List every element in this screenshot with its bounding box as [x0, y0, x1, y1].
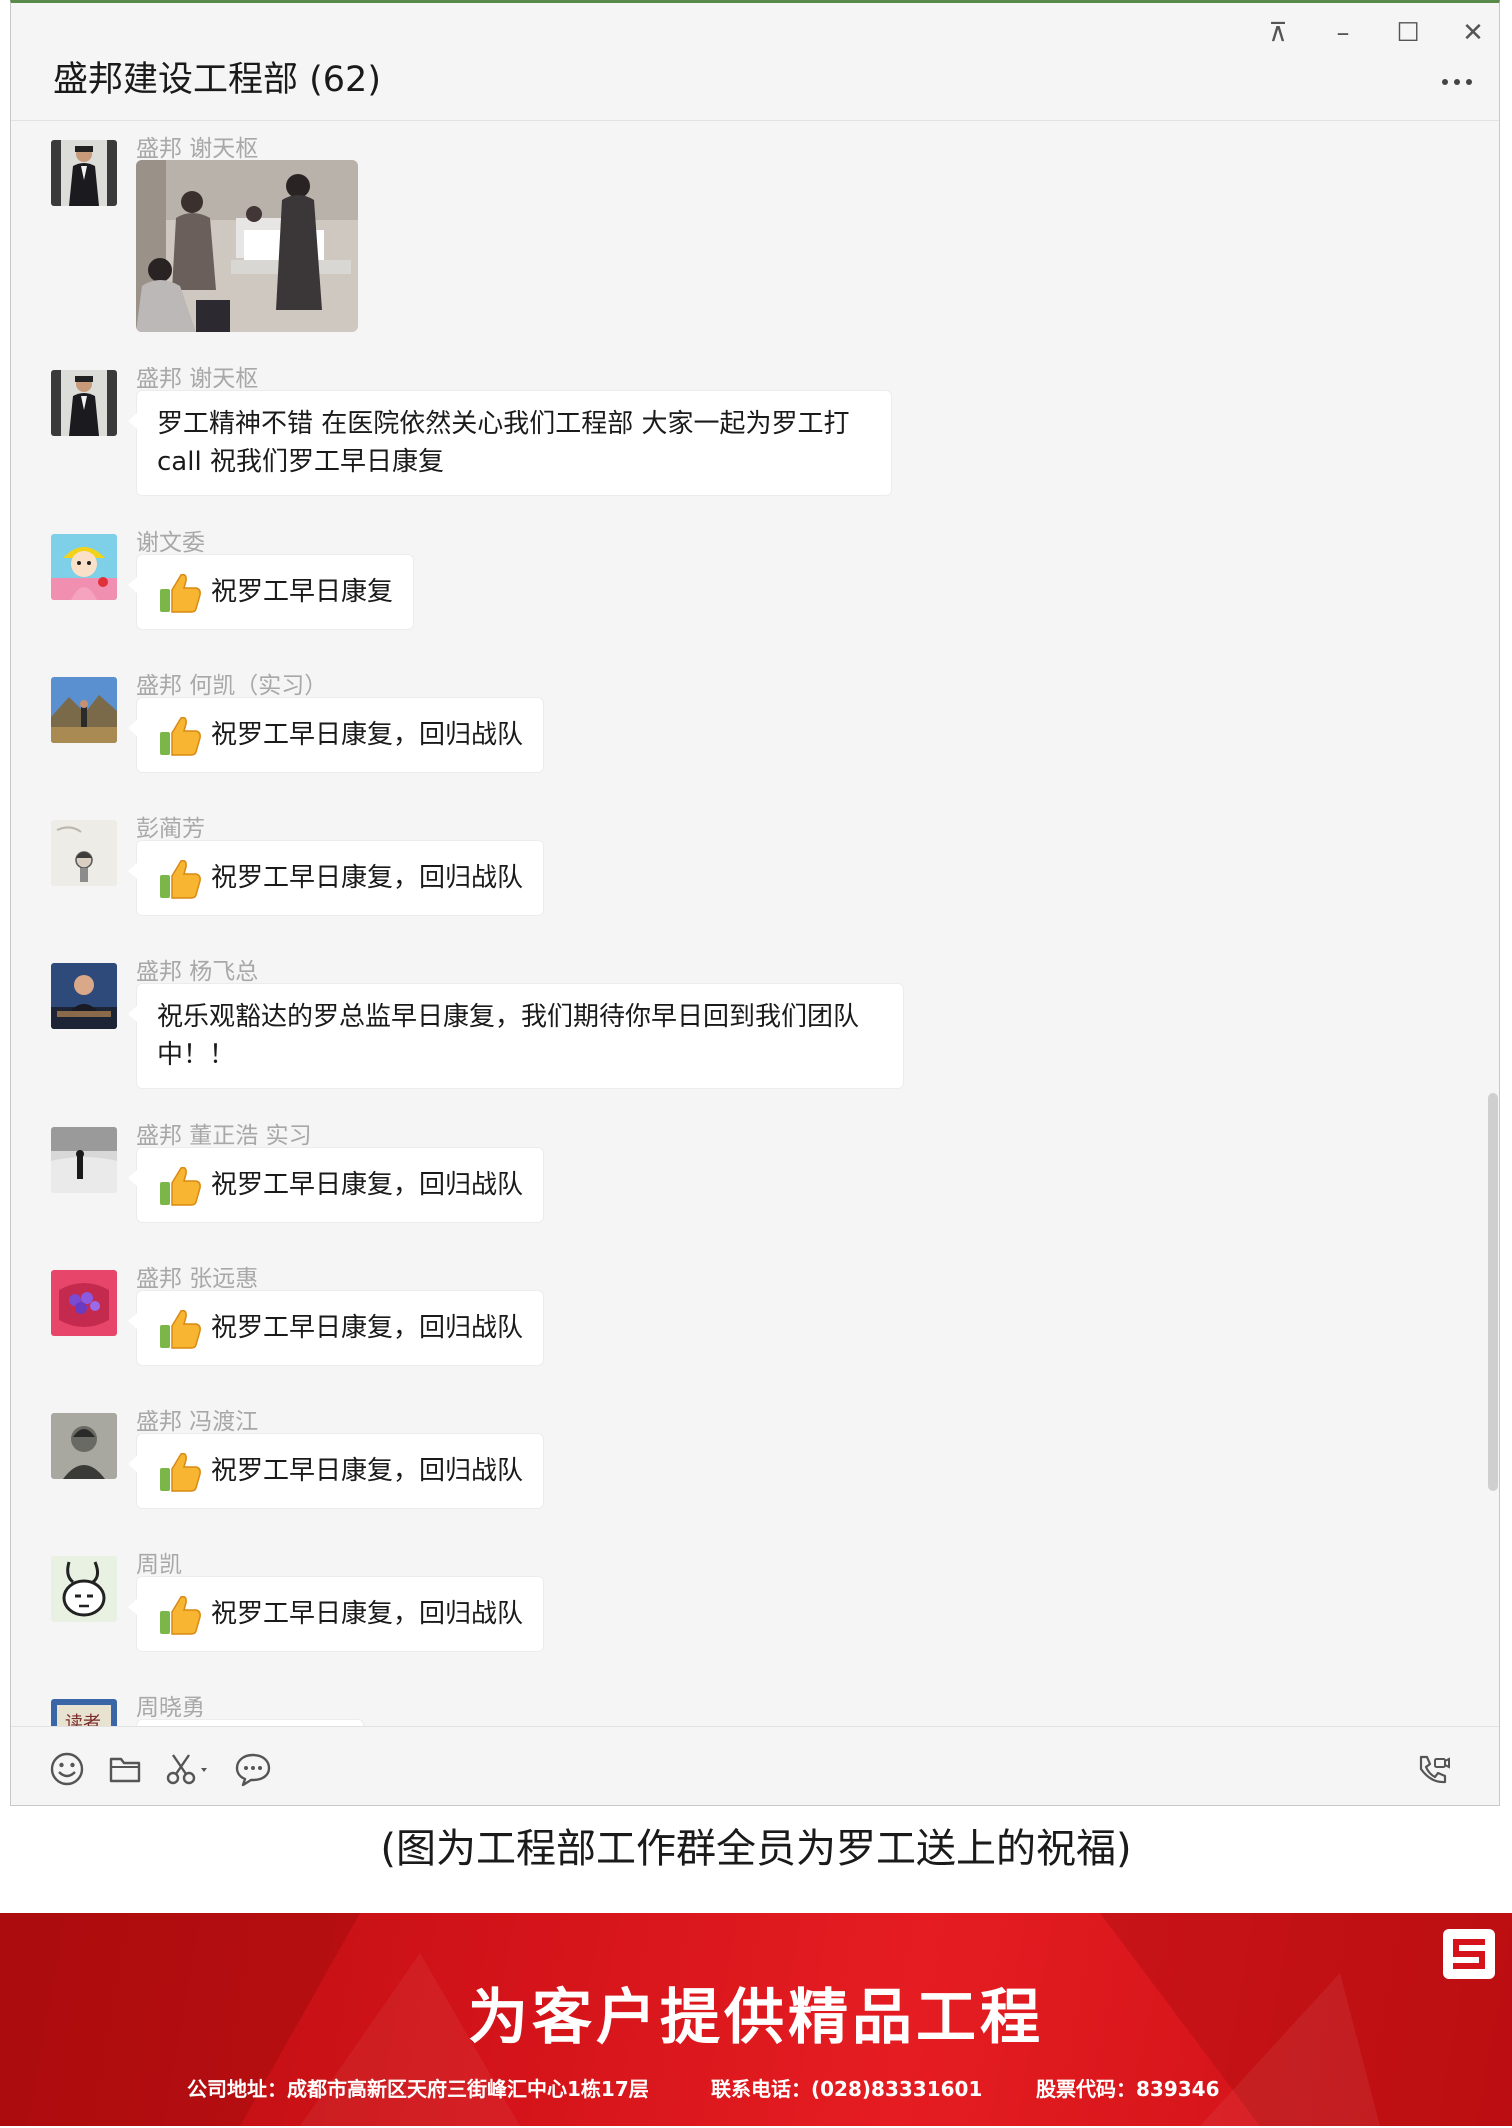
- message-text: 祝罗工早日康复，回归战队: [211, 863, 524, 893]
- message-bubble[interactable]: [136, 1719, 364, 1726]
- thumbs-up-icon: [160, 1595, 201, 1635]
- message-bubble[interactable]: 祝罗工早日康复: [127, 554, 415, 630]
- avatar[interactable]: [51, 370, 117, 436]
- avatar[interactable]: [51, 1556, 117, 1622]
- sender-name: 周凯: [136, 1552, 182, 1578]
- avatar[interactable]: [51, 1413, 117, 1479]
- photo-message[interactable]: [136, 160, 358, 332]
- message-bubble[interactable]: 罗工精神不错 在医院依然关心我们工程部 大家一起为罗工打call 祝我们罗工早日…: [128, 390, 892, 496]
- sender-name: 谢文委: [136, 530, 205, 556]
- sender-name: 盛邦 冯渡江: [136, 1409, 259, 1435]
- banner-slogan: 为客户提供精品工程: [468, 1983, 1044, 2053]
- avatar[interactable]: [51, 1270, 117, 1336]
- message-bubble[interactable]: 祝罗工早日康复，回归战队: [127, 1147, 545, 1223]
- sender-name: 盛邦 谢天枢: [136, 136, 259, 162]
- avatar[interactable]: 读者: [51, 1699, 117, 1726]
- message-list[interactable]: 盛邦 谢天枢 盛邦 谢天枢 罗工精神不错 在医院依然关心我们工程部 大家一起为罗…: [11, 121, 1485, 1726]
- input-toolbar: [11, 1726, 1499, 1805]
- more-dots-icon[interactable]: [1431, 67, 1483, 97]
- pin-icon[interactable]: ⊼: [1258, 15, 1298, 51]
- avatar[interactable]: [51, 820, 117, 886]
- emoji-icon[interactable]: [47, 1749, 87, 1789]
- avatar[interactable]: [51, 1127, 117, 1193]
- svg-text:读者: 读者: [65, 1713, 101, 1726]
- phone-video-icon[interactable]: [1413, 1749, 1453, 1789]
- message-bubble[interactable]: 祝罗工早日康复，回归战队: [127, 697, 545, 773]
- sender-name: 盛邦 董正浩 实习: [136, 1123, 312, 1149]
- scissors-icon[interactable]: [163, 1749, 215, 1789]
- folder-icon[interactable]: [105, 1749, 145, 1789]
- thumbs-up-icon: [160, 1452, 201, 1492]
- minimize-button[interactable]: –: [1323, 15, 1363, 51]
- photo-caption: (图为工程部工作群全员为罗工送上的祝福): [380, 1826, 1132, 1872]
- thumbs-up-icon: [160, 573, 201, 613]
- message-text: 祝罗工早日康复: [211, 577, 394, 607]
- company-banner: 为客户提供精品工程 公司地址：成都市高新区天府三街峰汇中心1栋17层 联系电话：…: [0, 1913, 1512, 2126]
- message-text: 祝罗工早日康复，回归战队: [211, 1456, 524, 1486]
- thumbs-up-icon: [160, 859, 201, 899]
- company-phone: 联系电话：(028)83331601: [711, 2077, 983, 2101]
- thumbs-up-icon: [160, 1166, 201, 1206]
- close-button[interactable]: ✕: [1453, 15, 1493, 51]
- message-text: 祝罗工早日康复，回归战队: [211, 720, 524, 750]
- company-logo-icon: [1441, 1927, 1497, 1981]
- title-bar: 盛邦建设工程部 (62) ⊼ – ☐ ✕: [11, 3, 1499, 121]
- thumbs-up-icon: [160, 1309, 201, 1349]
- scrollbar[interactable]: [1488, 1093, 1498, 1491]
- message-bubble[interactable]: 祝乐观豁达的罗总监早日康复，我们期待你早日回到我们团队中！！: [128, 983, 904, 1089]
- message-bubble[interactable]: 祝罗工早日康复，回归战队: [127, 1576, 545, 1652]
- thumbs-up-icon: [160, 716, 201, 756]
- message-bubble[interactable]: 祝罗工早日康复，回归战队: [127, 1433, 545, 1509]
- company-address: 公司地址：成都市高新区天府三街峰汇中心1栋17层: [187, 2077, 649, 2101]
- message-bubble[interactable]: 祝罗工早日康复，回归战队: [127, 840, 545, 916]
- sender-name: 周晓勇: [136, 1695, 205, 1721]
- chat-bubble-icon[interactable]: [233, 1749, 273, 1789]
- message-bubble[interactable]: 祝罗工早日康复，回归战队: [127, 1290, 545, 1366]
- stock-code: 股票代码：839346: [1036, 2077, 1220, 2101]
- avatar[interactable]: [51, 677, 117, 743]
- avatar[interactable]: [51, 534, 117, 600]
- avatar[interactable]: [51, 963, 117, 1029]
- chat-window: 盛邦建设工程部 (62) ⊼ – ☐ ✕ 盛邦 谢天枢 盛邦 谢天枢 罗工精神不…: [10, 0, 1500, 1806]
- avatar[interactable]: [51, 140, 117, 206]
- message-text: 罗工精神不错 在医院依然关心我们工程部 大家一起为罗工打call 祝我们罗工早日…: [157, 409, 850, 477]
- sender-name: 盛邦 谢天枢: [136, 366, 259, 392]
- message-text: 祝罗工早日康复，回归战队: [211, 1313, 524, 1343]
- sender-name: 盛邦 何凯（实习）: [136, 673, 328, 699]
- maximize-button[interactable]: ☐: [1388, 15, 1428, 51]
- chat-title: 盛邦建设工程部 (62): [53, 60, 381, 100]
- sender-name: 彭蔺芳: [136, 816, 205, 842]
- message-text: 祝乐观豁达的罗总监早日康复，我们期待你早日回到我们团队中！！: [157, 1002, 860, 1070]
- message-text: 祝罗工早日康复，回归战队: [211, 1599, 524, 1629]
- sender-name: 盛邦 杨飞总: [136, 959, 259, 985]
- sender-name: 盛邦 张远惠: [136, 1266, 259, 1292]
- message-text: 祝罗工早日康复，回归战队: [211, 1170, 524, 1200]
